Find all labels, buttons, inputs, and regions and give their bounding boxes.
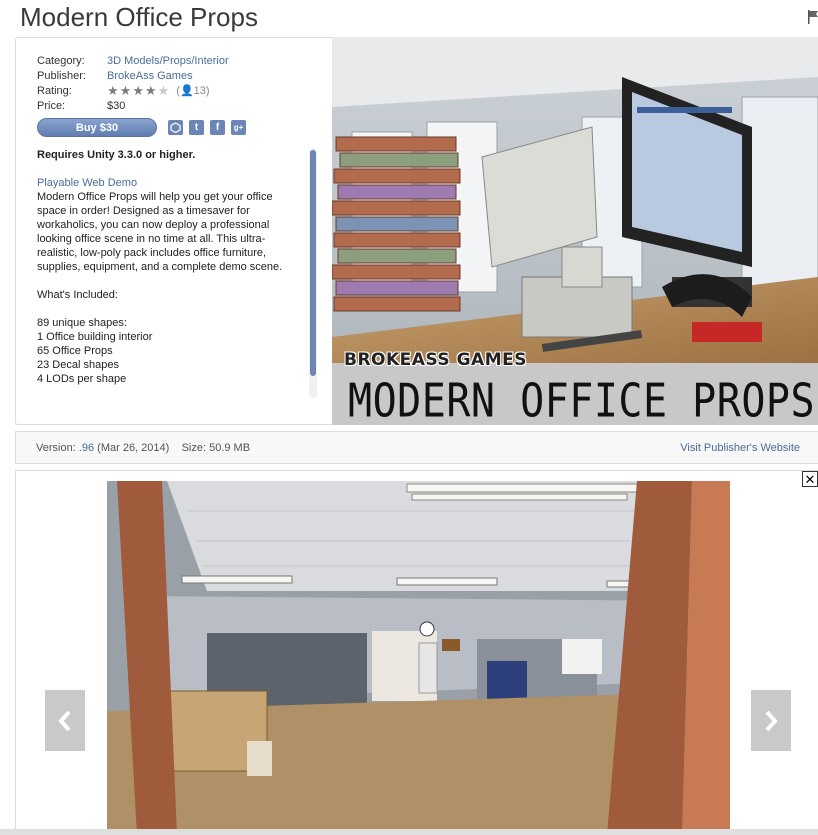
chevron-left-icon bbox=[58, 710, 71, 731]
included-item: 89 unique shapes: bbox=[37, 317, 127, 329]
google-plus-icon[interactable]: g+ bbox=[231, 120, 246, 135]
buy-button[interactable]: Buy $30 bbox=[37, 118, 157, 137]
rating-stars: ★★★★★ bbox=[107, 84, 170, 99]
publisher-label: Publisher: bbox=[37, 70, 86, 82]
visit-publisher-link[interactable]: Visit Publisher's Website bbox=[680, 442, 800, 454]
release-date: (Mar 26, 2014) bbox=[97, 442, 170, 454]
included-item: 23 Decal shapes bbox=[37, 359, 119, 371]
publisher-link[interactable]: BrokeAss Games bbox=[107, 69, 193, 84]
office-interior-illustration bbox=[107, 481, 730, 835]
price-label: Price: bbox=[37, 100, 66, 112]
twitter-icon[interactable]: t bbox=[189, 120, 204, 135]
version-link[interactable]: .96 bbox=[79, 442, 94, 454]
star-icon: ★ bbox=[119, 83, 133, 98]
hero-image: BROKEASS GAMES MODERN OFFICE PROPS bbox=[332, 37, 818, 425]
category-link[interactable]: 3D Models/Props/Interior bbox=[107, 54, 229, 69]
included-item: 65 Office Props bbox=[37, 345, 113, 357]
facebook-icon[interactable]: f bbox=[210, 120, 225, 135]
version-bar: Version: .96 (Mar 26, 2014) Size: 50.9 M… bbox=[15, 431, 818, 464]
chevron-right-icon bbox=[765, 710, 778, 731]
price-value: $30 bbox=[107, 100, 126, 112]
unity-requirement: Requires Unity 3.3.0 or higher. bbox=[37, 149, 196, 161]
gallery-close-button[interactable]: ✕ bbox=[802, 471, 818, 487]
gallery-screenshot bbox=[107, 481, 730, 835]
gallery-prev-button[interactable] bbox=[45, 690, 85, 751]
page-title: Modern Office Props bbox=[20, 2, 258, 32]
description-scrollbar-thumb[interactable] bbox=[310, 150, 316, 376]
unity-icon[interactable] bbox=[168, 120, 183, 135]
size-label: Size: bbox=[181, 442, 207, 454]
bottom-strip bbox=[0, 829, 818, 835]
gallery-next-button[interactable] bbox=[751, 690, 791, 751]
web-demo-link[interactable]: Playable Web Demo bbox=[37, 176, 299, 190]
star-icon: ★ bbox=[107, 83, 120, 98]
included-heading: What's Included: bbox=[37, 289, 118, 301]
star-icon: ★ bbox=[144, 83, 158, 98]
included-item: 4 LODs per shape bbox=[37, 373, 127, 385]
hero-brand-text: BROKEASS GAMES bbox=[344, 350, 527, 370]
star-icon: ★ bbox=[132, 83, 145, 98]
hero-product-name: MODERN OFFICE PROPS bbox=[348, 375, 816, 425]
rating-label: Rating: bbox=[37, 85, 72, 97]
description: Requires Unity 3.3.0 or higher. Playable… bbox=[37, 148, 299, 398]
included-item: 1 Office building interior bbox=[37, 331, 153, 343]
category-label: Category: bbox=[37, 55, 85, 67]
flag-icon[interactable] bbox=[808, 10, 818, 24]
version-label: Version: bbox=[36, 442, 76, 454]
size-value: 50.9 MB bbox=[209, 442, 251, 454]
star-empty-icon: ★ bbox=[157, 83, 171, 98]
product-meta: Category: 3D Models/Props/Interior Publi… bbox=[37, 54, 229, 114]
rating-count: (👤13) bbox=[176, 85, 210, 97]
description-body: Modern Office Props will help you get yo… bbox=[37, 191, 283, 273]
